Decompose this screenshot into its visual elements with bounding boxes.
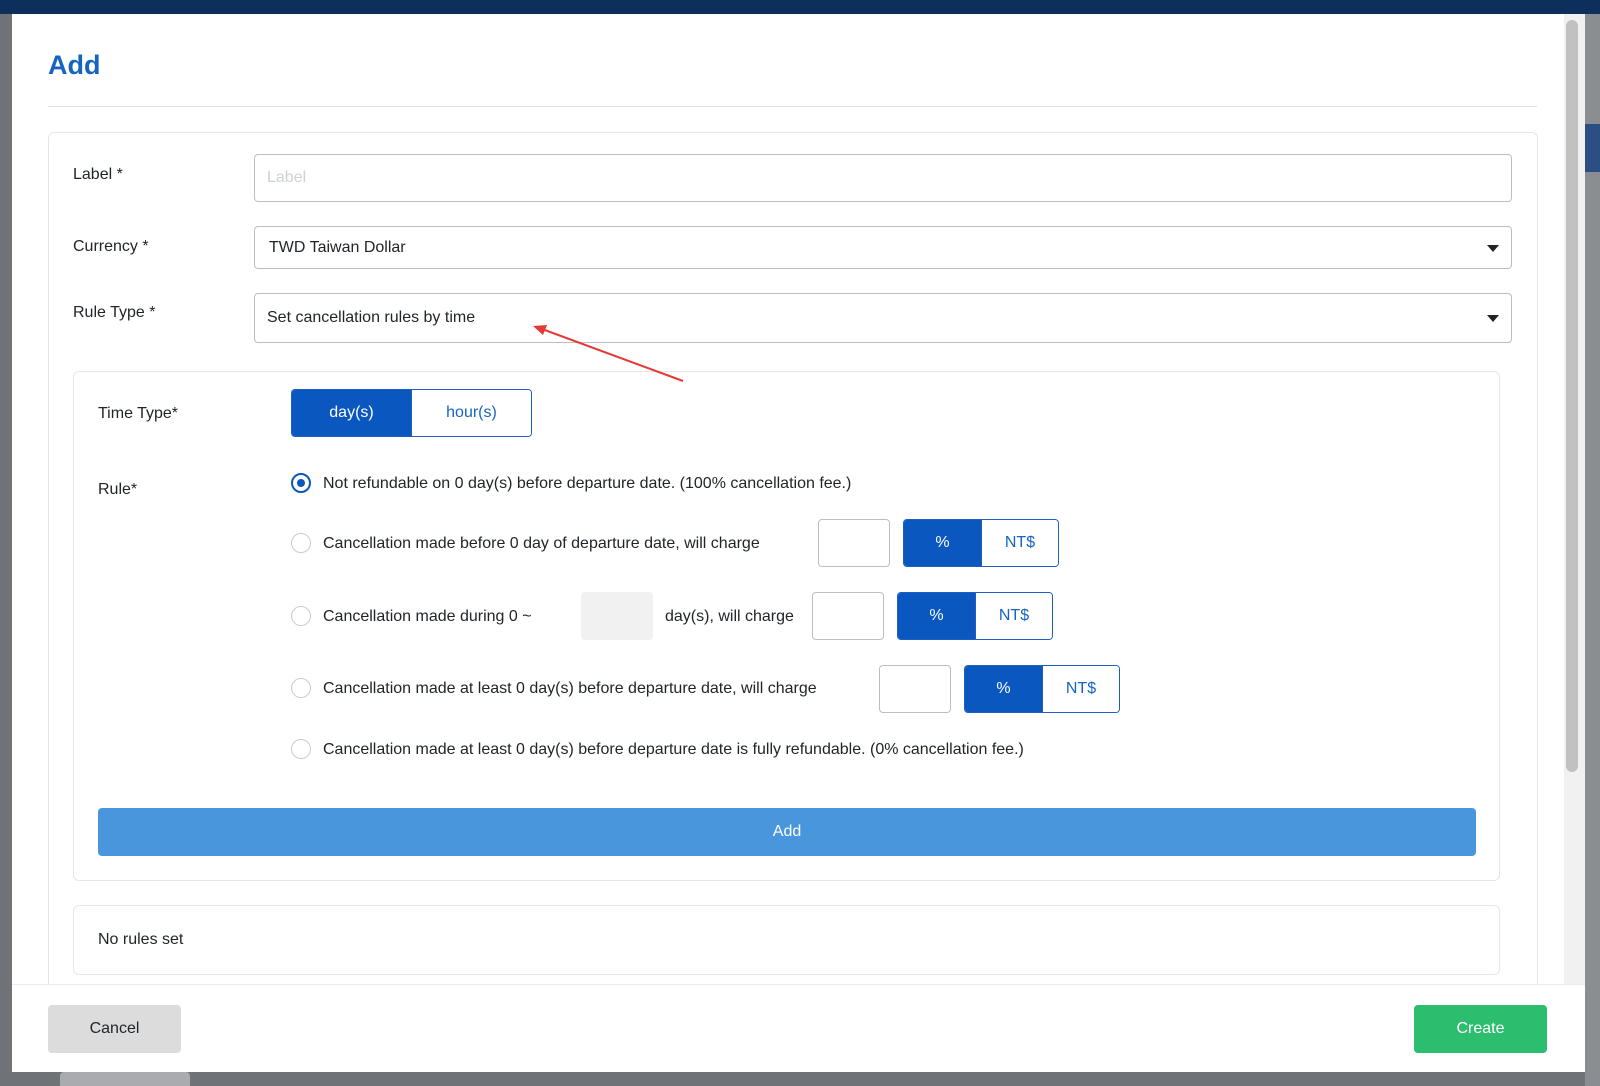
label-field-label: Label * [73,166,123,183]
cancel-button[interactable]: Cancel [48,1005,181,1053]
charge-unit-ntd-button[interactable]: NT$ [975,593,1052,639]
rule-type-select-value: Set cancellation rules by time [267,309,476,326]
modal-scrollbar-thumb[interactable] [1566,20,1578,772]
rule-option-radio-during-range[interactable] [291,606,311,626]
rule-option-radio-fully-refundable[interactable] [291,739,311,759]
charge-amount-input[interactable] [879,665,951,713]
time-type-days-button[interactable]: day(s) [292,390,411,436]
charge-unit-toggle: % NT$ [903,519,1059,567]
currency-select[interactable]: TWD Taiwan Dollar [254,226,1512,269]
add-rule-button[interactable]: Add [98,808,1476,856]
rule-option-text-not-refundable: Not refundable on 0 day(s) before depart… [323,475,852,492]
title-divider [48,106,1537,107]
rule-option-text-fully-refundable: Cancellation made at least 0 day(s) befo… [323,741,1024,758]
background-page-edge [1585,14,1600,1086]
rule-option-radio-before-departure[interactable] [291,533,311,553]
charge-amount-input[interactable] [818,519,890,567]
range-end-days-input[interactable] [581,592,653,640]
modal-body: Add Label * Currency * TWD Taiwan Dollar… [12,14,1564,984]
charge-unit-percent-button[interactable]: % [965,666,1042,712]
background-cancel-button [60,1072,190,1086]
empty-rules-text: No rules set [98,931,184,948]
modal-title: Add [48,50,101,80]
background-page-band [1585,124,1600,172]
rule-type-select[interactable]: Set cancellation rules by time [254,293,1512,343]
currency-select-value: TWD Taiwan Dollar [269,238,406,256]
time-type-label: Time Type* [98,405,179,422]
charge-unit-ntd-button[interactable]: NT$ [981,520,1058,566]
charge-unit-percent-button[interactable]: % [904,520,981,566]
chevron-down-icon [1487,244,1499,252]
rule-option-text-during-range-start: Cancellation made during 0 ~ [323,608,532,625]
rule-settings-panel [73,371,1500,881]
rule-option-text-at-least-charge: Cancellation made at least 0 day(s) befo… [323,680,817,697]
charge-unit-percent-button[interactable]: % [898,593,975,639]
currency-field-label: Currency * [73,238,149,255]
charge-unit-toggle: % NT$ [897,592,1053,640]
charge-unit-toggle: % NT$ [964,665,1120,713]
background-top-bar [0,0,1600,14]
chevron-down-icon [1487,315,1499,322]
time-type-toggle: day(s) hour(s) [291,389,532,437]
rule-option-radio-at-least-charge[interactable] [291,678,311,698]
charge-amount-input[interactable] [812,592,884,640]
charge-unit-ntd-button[interactable]: NT$ [1042,666,1119,712]
rule-option-radio-not-refundable[interactable] [291,473,311,493]
create-button[interactable]: Create [1414,1005,1547,1053]
add-modal: Add Label * Currency * TWD Taiwan Dollar… [12,14,1585,1072]
time-type-hours-button[interactable]: hour(s) [411,390,531,436]
modal-footer: Cancel Create [12,984,1585,1072]
rules-list-panel [73,905,1500,975]
rule-option-text-during-range-end: day(s), will charge [665,608,794,625]
label-input[interactable] [254,154,1512,202]
rule-label: Rule* [98,481,138,498]
rule-type-field-label: Rule Type * [73,304,156,321]
rule-option-text-before-departure: Cancellation made before 0 day of depart… [323,535,760,552]
